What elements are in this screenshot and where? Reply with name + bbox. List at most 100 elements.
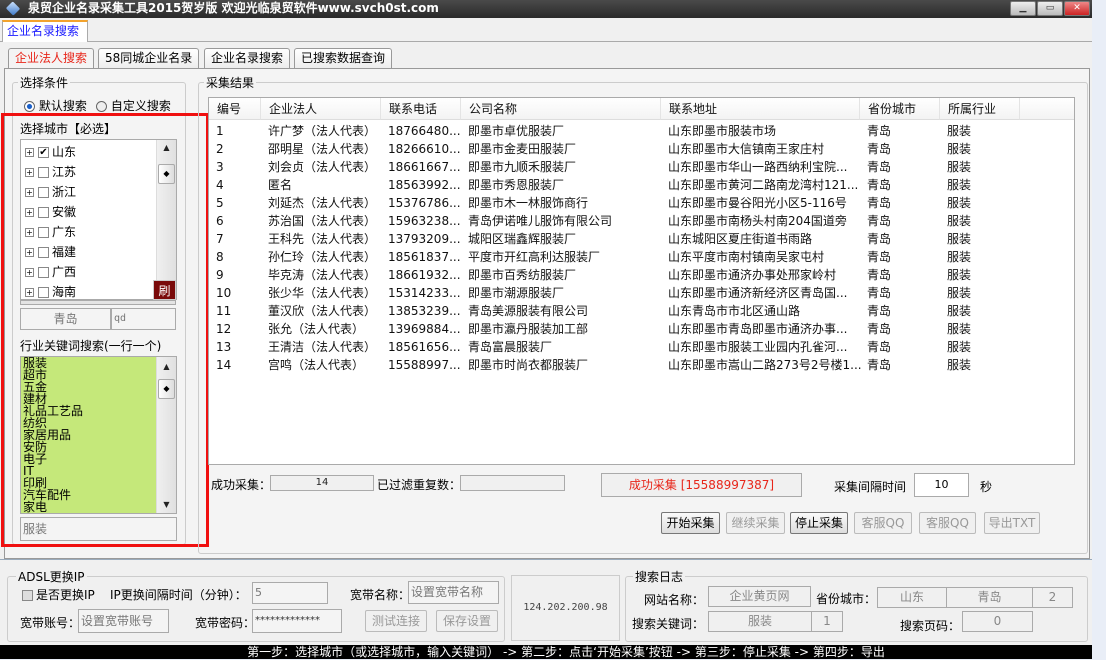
column-header[interactable]: 企业法人 [261,98,381,120]
save-settings-button[interactable]: 保存设置 [436,610,498,632]
minimize-button[interactable]: ▁ [1010,1,1036,16]
table-row[interactable]: 10 张少华（法人代表） 15314233... 即墨市潮源服装厂 山东即墨市通济新经济… [209,284,1069,302]
table-cell: 7 [216,232,224,246]
window-title: 泉贸企业名录采集工具2015贺岁版 欢迎光临泉贸软件www.svch0st.co… [28,1,439,15]
change-ip-label: 是否更换IP [36,588,95,602]
log-group [625,576,1088,642]
table-row[interactable]: 6 苏治国（法人代表） 15963238... 青岛伊诺唯儿服饰有限公司 山东即墨市南杨… [209,212,1069,230]
site-label: 网站名称： [644,593,705,607]
broadband-password-label: 宽带密码： [195,616,256,630]
tab-company-directory[interactable]: 企业名录搜索 [2,20,88,42]
table-cell: 刘延杰（法人代表） [268,196,377,210]
column-header[interactable]: 联系地址 [661,98,860,120]
conditions-title: 选择条件 [18,74,71,91]
tab-legal-person-search[interactable]: 企业法人搜索 [8,48,95,70]
column-header[interactable]: 联系电话 [381,98,461,120]
action-button[interactable]: 停止采集 [790,512,848,534]
table-cell: 13793209... [388,232,461,246]
table-cell: 山东即墨市华山一路西纳利宝院... [668,160,848,174]
adsl-title: ADSL更换IP [16,568,87,585]
table-row[interactable]: 13 王清洁（法人代表） 18561656... 青岛富晨服装厂 山东即墨市服装工业园内… [209,338,1069,356]
table-cell: 青岛 [867,286,892,300]
tab-directory-search[interactable]: 企业名录搜索 [204,48,291,69]
table-cell: 即墨市金麦田服装厂 [468,142,577,156]
column-header-filler [1020,98,1074,120]
table-row[interactable]: 7 王科先（法人代表） 13793209... 城阳区瑞鑫辉服装厂 山东城阳区夏庄街道书… [209,230,1069,248]
ip-interval-input[interactable]: 5 [252,582,328,604]
status-bar: 第一步：选择城市（或选择城市，输入关键词） -> 第二步：点击‘开始采集’按钮 … [0,645,1092,659]
results-table[interactable]: 编号 企业法人 联系电话 公司名称 联系地址 省份城市 所属行业 1 许广梦（法人代表） 1876… [208,97,1075,465]
table-cell: 服装 [947,142,972,156]
table-cell: 即墨市木一林服饰商行 [468,196,589,210]
table-cell: 即墨市百秀纺服装厂 [468,268,577,282]
table-cell: 青岛 [867,304,892,318]
table-row[interactable]: 9 毕克涛（法人代表） 18661932... 即墨市百秀纺服装厂 山东即墨市通济办事处… [209,266,1069,284]
table-row[interactable]: 2 邵明星（法人代表） 18266610... 即墨市金麦田服装厂 山东即墨市大信镇南王… [209,140,1069,158]
table-row[interactable]: 11 董汉欣（法人代表） 13853239... 青岛美源服装有限公司 山东青岛市市北区… [209,302,1069,320]
table-cell: 青岛 [867,124,892,138]
table-cell: 10 [216,286,232,300]
log-keyword-count: 1 [811,611,843,632]
column-header[interactable]: 省份城市 [860,98,940,120]
table-cell: 王清洁（法人代表） [268,340,377,354]
table-cell: 服装 [947,322,972,336]
action-button[interactable]: 开始采集 [661,512,720,534]
table-cell: 18563992... [388,178,461,192]
table-row[interactable]: 1 许广梦（法人代表） 18766480... 即墨市卓优服装厂 山东即墨市服装市场 青岛… [209,122,1069,140]
table-cell: 服装 [947,178,972,192]
table-cell: 服装 [947,250,972,264]
ip-interval-label: IP更换间隔时间（分钟）： [110,588,247,602]
table-cell: 青岛 [867,322,892,336]
action-button[interactable]: 客服QQ [854,512,912,534]
column-header[interactable]: 所属行业 [940,98,1020,120]
radio-default[interactable]: 默认搜索 [24,97,87,114]
status-message-box: 成功采集 [15588997387] [601,473,802,497]
table-cell: 13 [216,340,232,354]
log-title: 搜索日志 [633,568,686,585]
table-cell: 城阳区瑞鑫辉服装厂 [468,232,577,246]
table-cell: 青岛 [867,160,892,174]
radio-custom[interactable]: 自定义搜索 [96,97,171,114]
column-header[interactable]: 公司名称 [461,98,661,120]
tab-58-directory[interactable]: 58同城企业名录 [98,48,200,69]
close-button[interactable]: ✕ [1064,1,1090,16]
results-title: 采集结果 [204,74,257,91]
table-cell: 服装 [947,286,972,300]
action-button[interactable]: 客服QQ [919,512,976,534]
table-cell: 山东即墨市黄河二路南龙湾村121... [668,178,859,192]
table-row[interactable]: 4 匿名 18563992... 即墨市秀恩服装厂 山东即墨市黄河二路南龙湾村121..… [209,176,1069,194]
test-connection-button[interactable]: 测试连接 [365,610,427,632]
table-cell: 山东即墨市服装市场 [668,124,777,138]
table-cell: 即墨市时尚衣都服装厂 [468,358,589,372]
table-cell: 青岛 [867,358,892,372]
table-row[interactable]: 14 宫鸣（法人代表） 15588997... 即墨市时尚衣都服装厂 山东即墨市嵩山二路… [209,356,1069,374]
table-cell: 即墨市秀恩服装厂 [468,178,565,192]
radio-default-label: 默认搜索 [38,99,87,113]
table-cell: 15588997... [388,358,461,372]
broadband-name-input[interactable]: 设置宽带名称 [408,581,499,604]
broadband-name-label: 宽带名称： [350,588,411,602]
table-row[interactable]: 5 刘延杰（法人代表） 15376786... 即墨市木一林服饰商行 山东即墨市曼谷阳光… [209,194,1069,212]
table-cell: 山东即墨市南杨头村南204国道旁 [668,214,847,228]
change-ip-checkbox[interactable]: 是否更换IP [22,586,95,603]
action-button[interactable]: 继续采集 [726,512,785,534]
broadband-password-input[interactable]: ************* [252,609,342,633]
table-row[interactable]: 12 张允（法人代表） 13969884... 即墨市瀛丹服装加工部 山东即墨市青岛即墨… [209,320,1069,338]
log-keyword: 服装 [708,611,812,632]
table-cell: 王科先（法人代表） [268,232,377,246]
table-row[interactable]: 3 刘会贞（法人代表） 18661667... 即墨市九顺禾服装厂 山东即墨市华山一路西… [209,158,1069,176]
interval-input[interactable]: 10 [914,473,969,497]
table-row[interactable]: 8 孙仁玲（法人代表） 18561837... 平度市开红高利达服装厂 山东平度市南村镇… [209,248,1069,266]
action-button[interactable]: 导出TXT [984,512,1040,534]
broadband-account-input[interactable]: 设置宽带账号 [78,609,169,633]
table-cell: 青岛 [867,196,892,210]
table-cell: 山东即墨市青岛即墨市通济办事... [668,322,848,336]
table-cell: 青岛 [867,268,892,282]
tab-searched-data[interactable]: 已搜索数据查询 [294,48,393,69]
interval-label: 采集间隔时间 [834,480,907,494]
maximize-button[interactable]: ▭ [1037,1,1063,16]
table-cell: 青岛 [867,340,892,354]
column-header[interactable]: 编号 [209,98,261,120]
table-cell: 18561837... [388,250,461,264]
table-cell: 毕克涛（法人代表） [268,268,377,282]
